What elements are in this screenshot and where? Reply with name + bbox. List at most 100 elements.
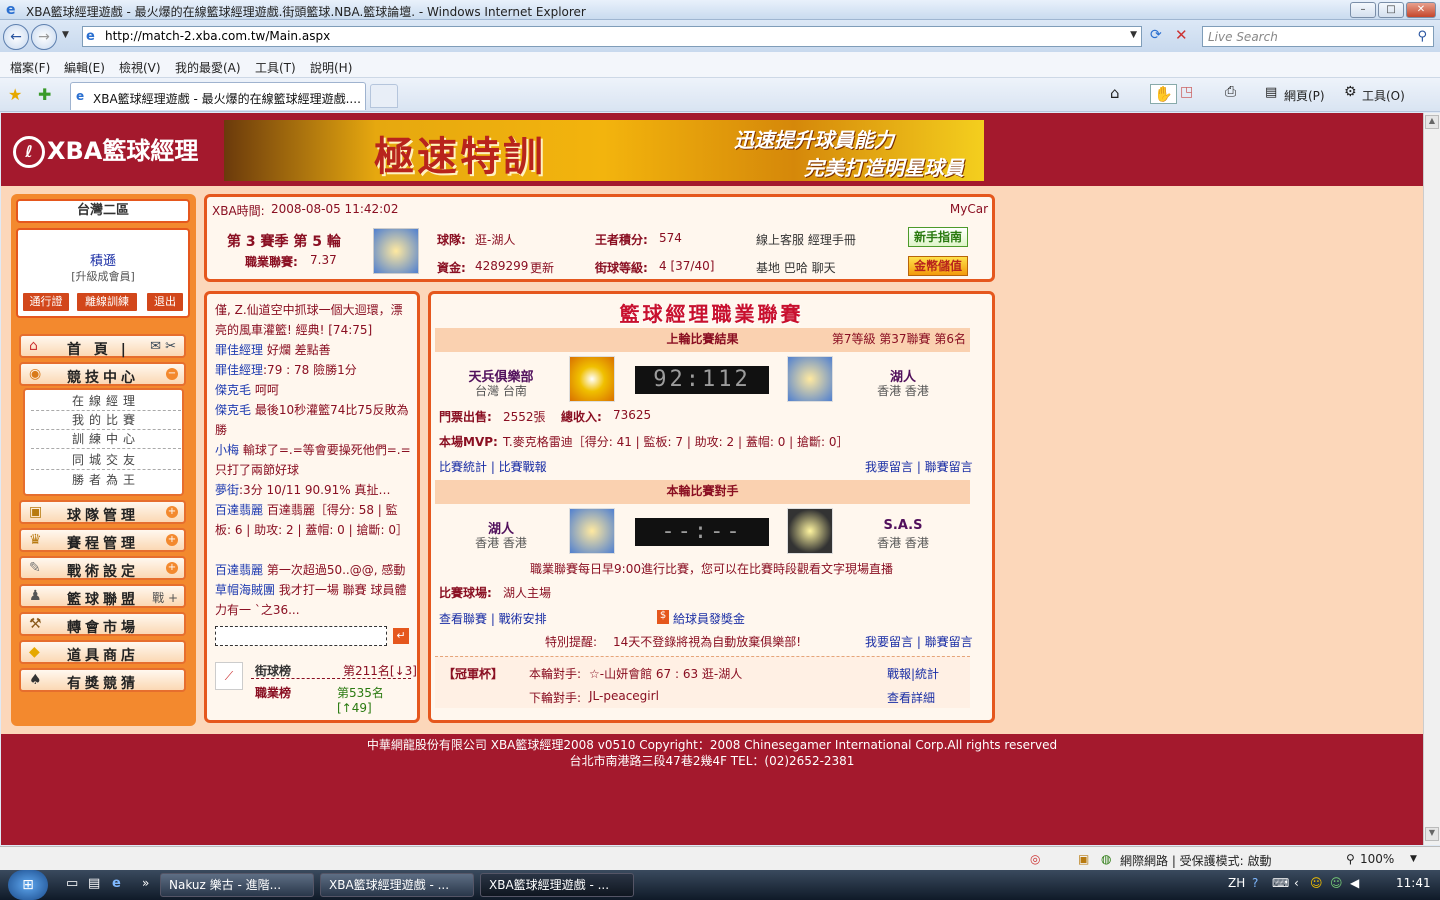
collapse-icon[interactable]: − <box>166 368 178 380</box>
mail-tools-icons[interactable]: ✉ ✂ <box>150 339 176 354</box>
privacy-icon[interactable]: ◎ <box>1030 852 1040 866</box>
address-field[interactable]: e http://match-2.xba.com.tw/Main.aspx ▼ <box>82 26 1142 47</box>
submenu-my-matches[interactable]: 我的比賽 <box>31 411 181 430</box>
nav-tactics[interactable]: ✎ 戰術設定 + <box>19 556 186 580</box>
nav-team[interactable]: ▣ 球隊管理 + <box>19 500 186 524</box>
nav-guess[interactable]: ♠ 有獎競猜 <box>19 668 186 692</box>
speaker-icon[interactable]: ◀ <box>1350 876 1359 890</box>
nav-transfer[interactable]: ⚒ 轉會市場 <box>19 612 186 636</box>
scroll-up-icon[interactable]: ▲ <box>1425 115 1439 129</box>
clock[interactable]: 11:41 <box>1396 876 1431 890</box>
minimize-button[interactable]: – <box>1350 2 1376 18</box>
menu-favorites[interactable]: 我的最愛(A) <box>175 59 241 76</box>
street-rank-label[interactable]: 街球榜 <box>255 662 291 679</box>
search-icon[interactable]: ⚲ <box>1417 29 1427 44</box>
zoom-level[interactable]: 100% <box>1360 852 1394 866</box>
page-menu-icon[interactable]: ▤ <box>1265 85 1277 100</box>
help-icon[interactable]: ? <box>1252 876 1258 890</box>
cup-report-link[interactable]: 戰報|統計 <box>887 665 939 682</box>
zoom-dropdown-icon[interactable]: ▼ <box>1410 854 1417 864</box>
favorites-star-icon[interactable]: ★ <box>8 85 22 104</box>
security-zone[interactable]: 網際網路 | 受保護模式: 啟動 <box>1120 852 1272 869</box>
next-away-logo[interactable] <box>787 508 833 554</box>
service-links[interactable]: 線上客服 經理手冊 <box>756 231 856 248</box>
submenu-local-friends[interactable]: 同城交友 <box>31 451 181 470</box>
network-icon[interactable]: ☺ <box>1330 876 1343 890</box>
team-avatar[interactable] <box>373 228 419 274</box>
chat-user[interactable]: 百達翡麗 <box>215 503 263 517</box>
address-dropdown-icon[interactable]: ▼ <box>1130 30 1137 40</box>
menu-file[interactable]: 檔案(F) <box>10 59 50 76</box>
protected-mode-icon[interactable]: ▣ <box>1078 852 1089 866</box>
feeds-icon[interactable]: ◳ <box>1180 84 1193 100</box>
pro-rank-label[interactable]: 職業榜 <box>255 684 291 701</box>
show-desktop-icon[interactable]: ▭ <box>66 876 78 891</box>
hand-icon[interactable]: ✋ <box>1150 84 1177 104</box>
scroll-down-icon[interactable]: ▼ <box>1425 827 1439 841</box>
nav-schedule[interactable]: ♛ 賽程管理 + <box>19 528 186 552</box>
vertical-scrollbar[interactable]: ▲ ▼ <box>1423 113 1440 845</box>
menu-edit[interactable]: 編輯(E) <box>64 59 105 76</box>
nav-arena[interactable]: ◉ 競技中心 − <box>19 362 186 386</box>
passport-button[interactable]: 通行證 <box>22 292 70 312</box>
update-link[interactable]: 更新 <box>530 259 554 276</box>
maximize-button[interactable]: □ <box>1378 2 1404 18</box>
site-logo[interactable]: ℓ XBA籃球經理 <box>13 131 198 168</box>
home-team-logo[interactable] <box>569 356 615 402</box>
logout-button[interactable]: 退出 <box>146 292 184 312</box>
chat-user[interactable]: 傑克毛 <box>215 383 251 397</box>
player-bonus-link[interactable]: 給球員發獎金 <box>673 610 745 627</box>
tab-xba[interactable]: e XBA籃球經理遊戲 - 最火爆的在線籃球經理遊戲.... <box>70 82 366 110</box>
gear-icon[interactable]: ⚙ <box>1344 84 1357 100</box>
username[interactable]: 積遜 <box>18 250 188 269</box>
submenu-winner[interactable]: 勝者為王 <box>31 471 181 490</box>
history-dropdown-icon[interactable]: ▼ <box>62 30 69 40</box>
cup-detail-link[interactable]: 查看詳細 <box>887 689 935 706</box>
url-text[interactable]: http://match-2.xba.com.tw/Main.aspx <box>105 29 330 43</box>
tools-menu[interactable]: 工具(O) <box>1362 87 1405 104</box>
coin-recharge-button[interactable]: 金幣儲值 <box>908 256 968 276</box>
start-button[interactable]: ⊞ <box>8 870 48 900</box>
chat-input[interactable] <box>215 626 387 646</box>
back-button[interactable]: ← <box>3 24 29 50</box>
menu-view[interactable]: 檢視(V) <box>119 59 161 76</box>
community-links[interactable]: 基地 巴哈 聊天 <box>756 259 836 276</box>
send-icon[interactable]: ↵ <box>393 628 409 644</box>
mycar-link[interactable]: MyCar <box>950 202 988 216</box>
expand-icon[interactable]: + <box>166 562 178 574</box>
expand-icon[interactable]: + <box>166 534 178 546</box>
page-menu[interactable]: 網頁(P) <box>1284 87 1325 104</box>
task-nakuz[interactable]: Nakuz 樂古 - 進階... <box>160 873 314 897</box>
new-tab-button[interactable] <box>370 84 398 108</box>
forward-button[interactable]: → <box>31 24 57 50</box>
refresh-icon[interactable]: ⟳ <box>1150 27 1162 43</box>
chat-user[interactable]: 草帽海賊團 <box>215 583 275 597</box>
more-icon[interactable]: » <box>142 876 149 890</box>
chat-user[interactable]: 夢街 <box>215 483 239 497</box>
expand-icon[interactable]: + <box>166 506 178 518</box>
close-button[interactable]: ✕ <box>1406 2 1436 18</box>
view-league-links[interactable]: 查看聯賽 | 戰術安排 <box>439 610 547 627</box>
league-extra[interactable]: 戰 + <box>152 589 178 606</box>
add-favorite-icon[interactable]: ✚ <box>38 85 51 104</box>
next-away-name[interactable]: S.A.S <box>863 518 943 533</box>
language-indicator[interactable]: ZH <box>1228 876 1245 890</box>
nav-league[interactable]: ♟ 籃球聯盟戰 + <box>19 584 186 608</box>
offline-training-button[interactable]: 離線訓練 <box>76 292 138 312</box>
chat-user[interactable]: 罪佳經理 <box>215 363 263 377</box>
ie-quicklaunch-icon[interactable]: e <box>112 876 121 891</box>
chat-user[interactable]: 小梅 <box>215 443 239 457</box>
menu-help[interactable]: 說明(H) <box>310 59 352 76</box>
ime-icon[interactable]: ⌨ <box>1272 876 1289 890</box>
next-home-logo[interactable] <box>569 508 615 554</box>
chat-user[interactable]: 傑克毛 <box>215 403 251 417</box>
search-input[interactable]: Live Search ⚲ <box>1202 26 1434 47</box>
task-xba-1[interactable]: XBA籃球經理遊戲 - ... <box>320 873 474 897</box>
home-icon[interactable]: ⌂ <box>1110 84 1120 102</box>
message-links-2[interactable]: 我要留言 | 聯賽留言 <box>865 633 973 650</box>
newbie-guide-button[interactable]: 新手指南 <box>908 227 968 247</box>
stop-icon[interactable]: ✕ <box>1175 26 1188 44</box>
chat-user[interactable]: 百達翡麗 <box>215 563 263 577</box>
switch-windows-icon[interactable]: ▤ <box>88 876 100 891</box>
print-icon[interactable]: ⎙ <box>1225 84 1236 100</box>
